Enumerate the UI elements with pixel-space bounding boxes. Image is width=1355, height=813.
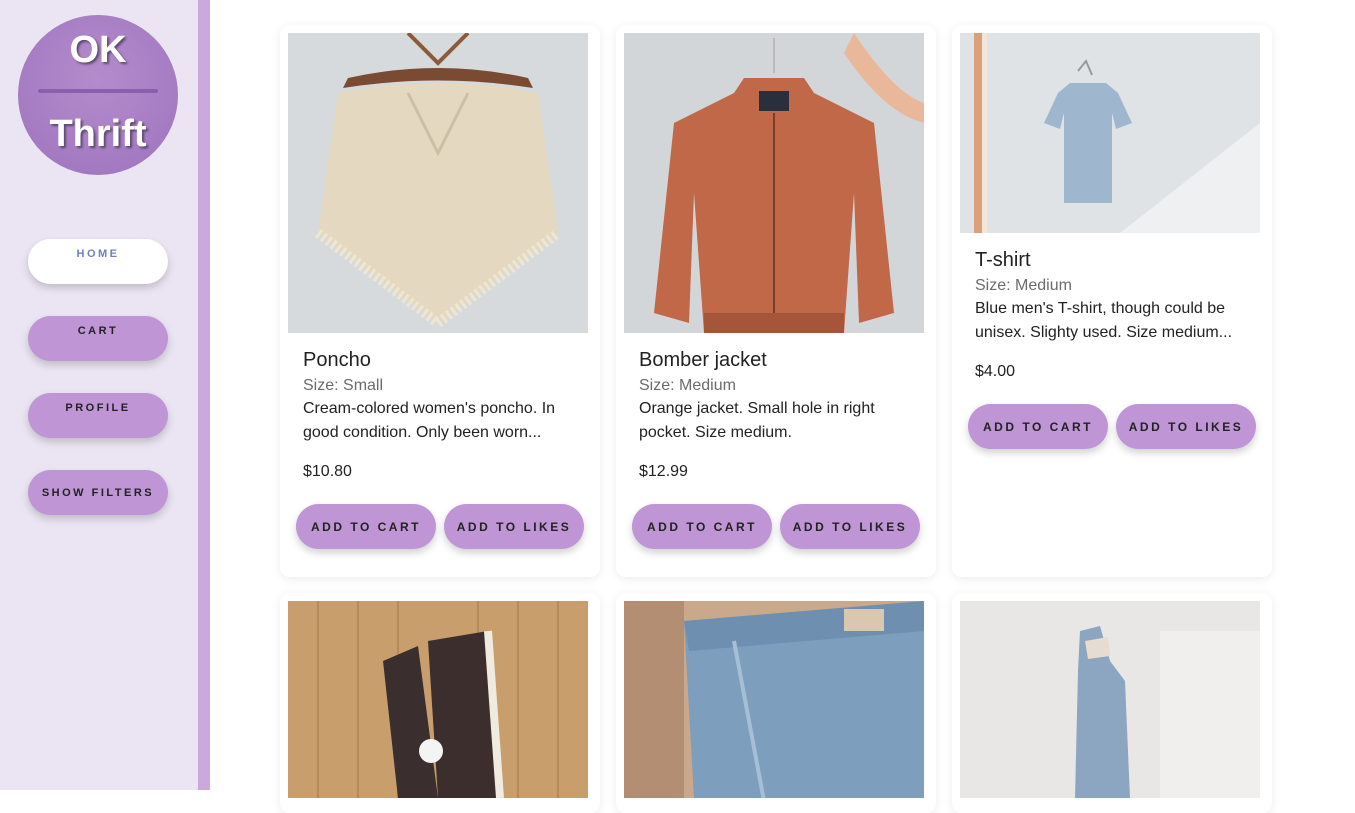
product-image-jeans[interactable] — [624, 601, 924, 798]
add-to-likes-button[interactable]: ADD TO LIKES — [780, 504, 920, 549]
sidebar: OK Thrift HOME CART PROFILE SHOW FILTERS — [0, 0, 198, 790]
product-size: Size: Small — [303, 377, 384, 394]
add-to-cart-button[interactable]: ADD TO CART — [632, 504, 772, 549]
product-card: T-shirt Size: Medium Blue men's T-shirt,… — [952, 25, 1272, 577]
logo-divider — [38, 89, 158, 93]
product-card — [952, 593, 1272, 813]
add-to-likes-button[interactable]: ADD TO LIKES — [444, 504, 584, 549]
product-card — [616, 593, 936, 813]
product-price: $12.99 — [639, 463, 688, 480]
product-size: Size: Medium — [639, 377, 736, 394]
product-image-denim-jacket[interactable] — [960, 601, 1260, 798]
product-title[interactable]: Bomber jacket — [639, 349, 767, 372]
product-price: $4.00 — [975, 363, 1016, 380]
add-to-cart-button[interactable]: ADD TO CART — [296, 504, 436, 549]
product-description: Orange jacket. Small hole in right pocke… — [639, 400, 875, 441]
logo-top-text: OK — [69, 29, 127, 71]
product-image-tshirt[interactable] — [960, 33, 1260, 233]
product-card: Bomber jacket Size: Medium Orange jacket… — [616, 25, 936, 577]
nav-profile-button[interactable]: PROFILE — [28, 393, 168, 438]
product-card — [280, 593, 600, 813]
logo-bottom-text: Thrift — [49, 113, 147, 155]
product-card: Poncho Size: Small Cream-colored women's… — [280, 25, 600, 577]
product-description: Blue men's T-shirt, though could be unis… — [975, 300, 1233, 341]
nav-home-button[interactable]: HOME — [28, 239, 168, 284]
nav-cart-button[interactable]: CART — [28, 316, 168, 361]
add-to-likes-button[interactable]: ADD TO LIKES — [1116, 404, 1256, 449]
product-title[interactable]: T-shirt — [975, 249, 1031, 272]
logo[interactable]: OK Thrift — [18, 15, 178, 175]
add-to-cart-button[interactable]: ADD TO CART — [968, 404, 1108, 449]
sidebar-stripe — [198, 0, 210, 790]
product-description: Cream-colored women's poncho. In good co… — [303, 400, 556, 441]
product-image-bomber-jacket[interactable] — [624, 33, 924, 333]
product-image-poncho[interactable] — [288, 33, 588, 333]
product-title[interactable]: Poncho — [303, 349, 371, 372]
show-filters-button[interactable]: SHOW FILTERS — [28, 470, 168, 515]
product-price: $10.80 — [303, 463, 352, 480]
product-size: Size: Medium — [975, 277, 1072, 294]
product-image-sneakers[interactable] — [288, 601, 588, 798]
